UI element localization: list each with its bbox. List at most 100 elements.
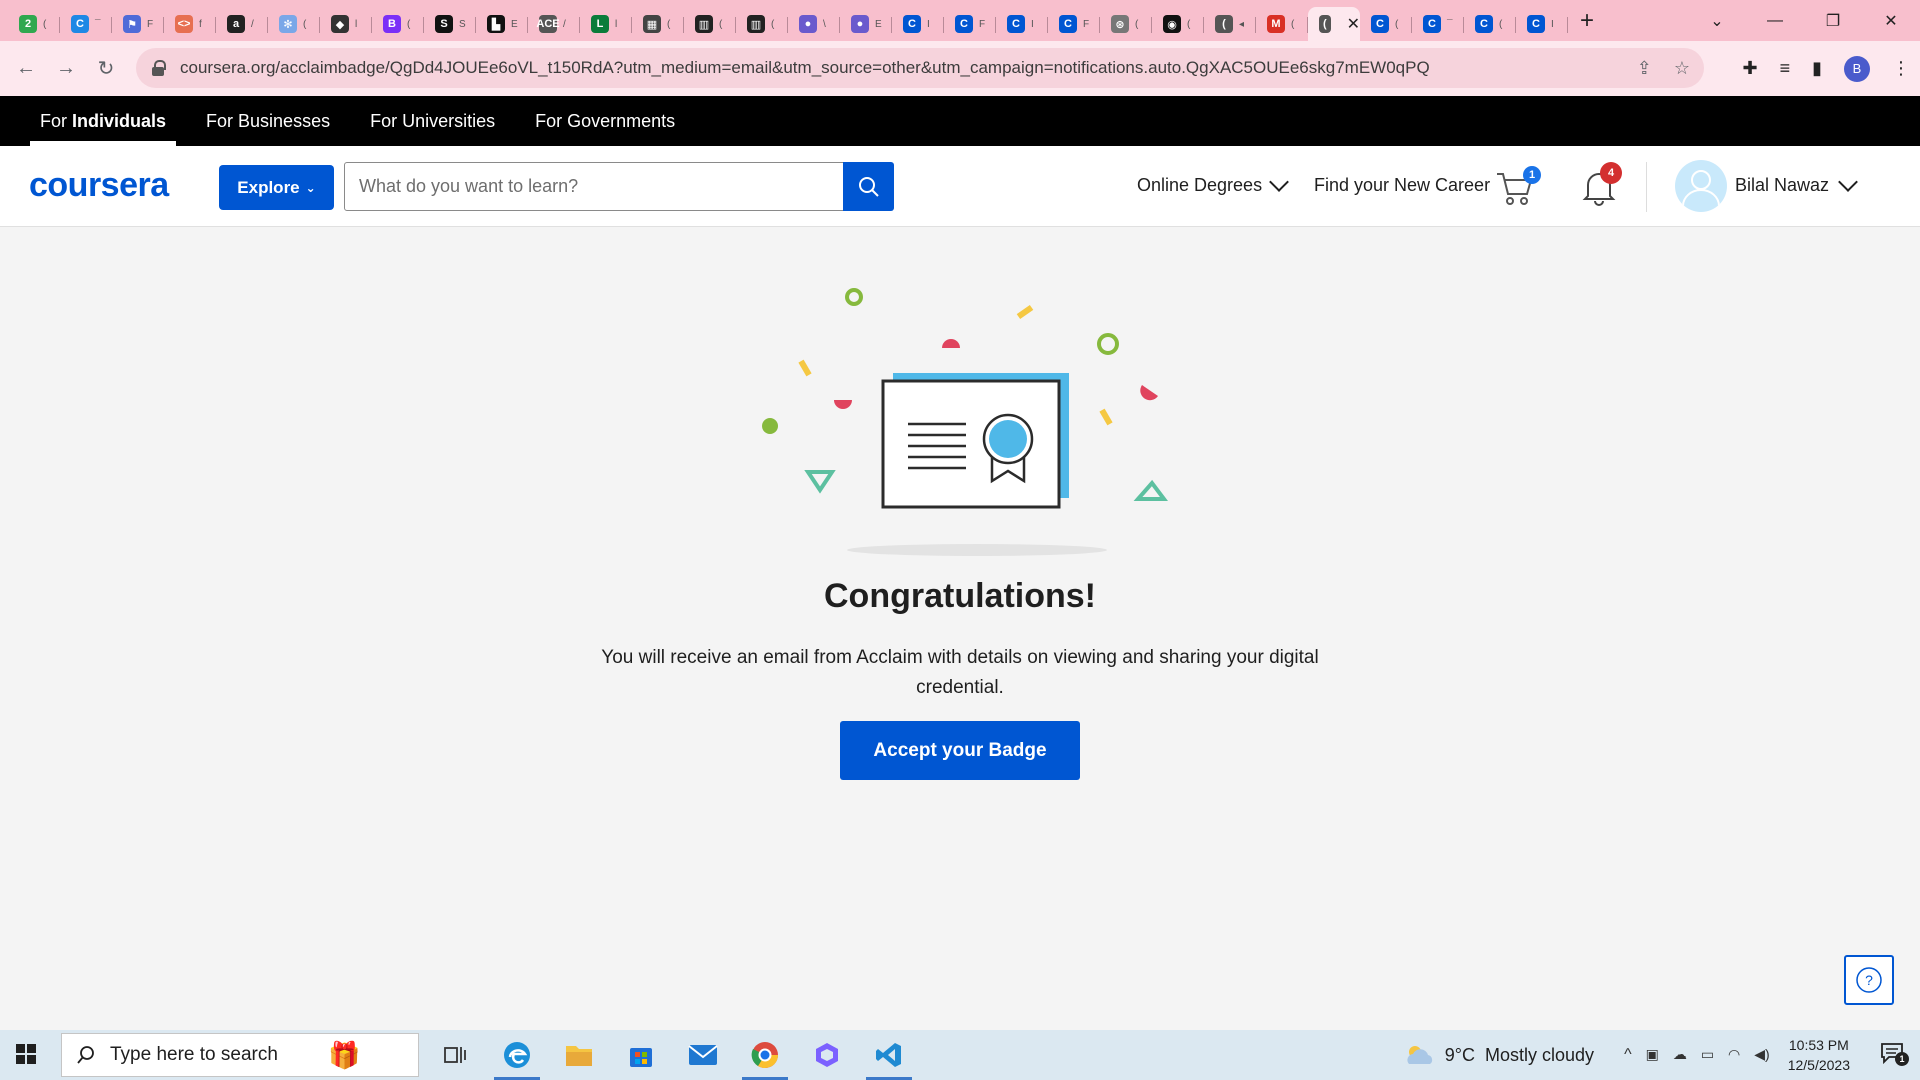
new-tab-button[interactable]: + xyxy=(1580,7,1594,35)
battery-icon[interactable]: ▭ xyxy=(1701,1046,1714,1064)
browser-tab[interactable]: ACE / xyxy=(528,7,580,41)
reload-button[interactable]: ↻ xyxy=(86,56,126,81)
volume-icon[interactable]: ◀) xyxy=(1754,1046,1769,1064)
browser-tab[interactable]: SS xyxy=(424,7,476,41)
browser-tab[interactable]: ◆ l xyxy=(320,7,372,41)
extensions-puzzle-icon[interactable]: ✚ xyxy=(1742,58,1757,79)
browser-tab[interactable]: ⚑ F xyxy=(112,7,164,41)
browser-tab[interactable]: ✻( xyxy=(268,7,320,41)
tab-title-fragment: l xyxy=(615,18,618,30)
svg-text:?: ? xyxy=(1865,972,1873,988)
browser-tab[interactable]: C ¯ xyxy=(1412,7,1464,41)
browser-tab[interactable]: (◂ xyxy=(1204,7,1256,41)
tab-favicon-icon: a xyxy=(227,15,245,33)
windows-start-icon[interactable] xyxy=(14,1042,38,1066)
browser-tab[interactable]: M( xyxy=(1256,7,1308,41)
url-text[interactable]: coursera.org/acclaimbadge/QgDd4JOUEe6oVL… xyxy=(180,58,1560,78)
tab-search-chevron-icon[interactable]: ⌄ xyxy=(1688,11,1746,31)
accept-badge-button[interactable]: Accept your Badge xyxy=(840,721,1080,780)
browser-tab[interactable]: Ll xyxy=(580,7,632,41)
minimize-button[interactable]: — xyxy=(1746,12,1804,30)
browser-tab[interactable]: CI xyxy=(996,7,1048,41)
tab-favicon-icon: ◆ xyxy=(331,15,349,33)
side-panel-icon[interactable]: ▮ xyxy=(1812,58,1822,79)
cart-button[interactable]: 1 xyxy=(1495,166,1541,211)
media-control-icon[interactable]: ≡ xyxy=(1780,58,1791,79)
nav-for-businesses[interactable]: For Businesses xyxy=(196,96,340,146)
browser-tab[interactable]: ⊛( xyxy=(1100,7,1152,41)
nav-for-governments[interactable]: For Governments xyxy=(525,96,685,146)
browser-tab[interactable]: 2( xyxy=(8,7,60,41)
browser-tab[interactable]: C( xyxy=(1360,7,1412,41)
taskbar-vscode[interactable] xyxy=(858,1030,920,1080)
browser-tab[interactable]: CF xyxy=(944,7,996,41)
taskbar-chrome[interactable] xyxy=(734,1030,796,1080)
lock-icon[interactable] xyxy=(152,60,166,76)
user-menu-dropdown[interactable]: Bilal Nawaz xyxy=(1735,171,1858,196)
coursera-logo[interactable]: coursera xyxy=(29,166,169,205)
nav-for-individuals[interactable]: For Individuals xyxy=(30,96,177,146)
window-controls: ⌄ — ❐ ✕ xyxy=(1688,0,1920,41)
meet-now-icon[interactable]: ▣ xyxy=(1646,1046,1659,1064)
action-center-button[interactable]: 1 xyxy=(1880,1041,1909,1070)
taskbar-edge[interactable] xyxy=(486,1030,548,1080)
browser-tab[interactable]: C ¯ xyxy=(60,7,112,41)
address-bar[interactable]: coursera.org/acclaimbadge/QgDd4JOUEe6oVL… xyxy=(136,48,1704,88)
show-hidden-icons-chevron-icon[interactable]: ^ xyxy=(1624,1046,1632,1064)
menu-kebab-icon[interactable]: ⋮ xyxy=(1892,58,1910,79)
taskbar-clock[interactable]: 10:53 PM 12/5/2023 xyxy=(1788,1035,1850,1075)
notifications-button[interactable]: 4 xyxy=(1582,162,1622,211)
weather-widget[interactable]: 9°C Mostly cloudy xyxy=(1403,1042,1594,1068)
browser-tab[interactable]: ▙ E xyxy=(476,7,528,41)
close-window-button[interactable]: ✕ xyxy=(1862,11,1920,31)
browser-tab[interactable]: ● E xyxy=(840,7,892,41)
search-icon xyxy=(77,1046,94,1064)
task-view-icon xyxy=(444,1047,466,1063)
tab-favicon-icon: ▥ xyxy=(695,15,713,33)
store-icon xyxy=(630,1048,652,1067)
tab-title-fragment: E xyxy=(875,18,882,30)
task-view-button[interactable] xyxy=(424,1030,486,1080)
back-button[interactable]: ← xyxy=(6,57,46,80)
taskbar-copilot[interactable] xyxy=(796,1030,858,1080)
browser-tab[interactable]: a / xyxy=(216,7,268,41)
browser-tab[interactable]: CI xyxy=(1516,7,1568,41)
taskbar-mail[interactable] xyxy=(672,1030,734,1080)
tab-title-fragment: / xyxy=(563,18,566,30)
close-tab-icon[interactable]: ✕ xyxy=(1347,14,1360,34)
browser-tab[interactable]: C( xyxy=(1464,7,1516,41)
taskbar-search-box[interactable]: Type here to search 🎁 xyxy=(61,1033,419,1077)
restore-button[interactable]: ❐ xyxy=(1804,11,1862,31)
online-degrees-dropdown[interactable]: Online Degrees xyxy=(1137,171,1289,196)
badge-page-content: Congratulations! You will receive an ema… xyxy=(0,227,1920,1030)
browser-tab[interactable]: CF xyxy=(1048,7,1100,41)
nav-for-universities[interactable]: For Universities xyxy=(360,96,505,146)
help-button[interactable]: ? xyxy=(1844,955,1894,1005)
tab-favicon-icon: 2 xyxy=(19,15,37,33)
onedrive-cloud-icon[interactable]: ☁ xyxy=(1673,1046,1687,1064)
tab-title-fragment: ( xyxy=(43,18,47,30)
browser-tab[interactable]: CI xyxy=(892,7,944,41)
share-icon[interactable]: ⇪ xyxy=(1637,58,1652,79)
browser-tab[interactable]: ▥( xyxy=(736,7,788,41)
search-button[interactable] xyxy=(843,162,894,211)
browser-tab[interactable]: ● \ xyxy=(788,7,840,41)
taskbar-microsoft-store[interactable] xyxy=(610,1030,672,1080)
tab-favicon-icon: ( xyxy=(1319,15,1331,33)
taskbar-file-explorer[interactable] xyxy=(548,1030,610,1080)
search-input[interactable] xyxy=(344,162,844,211)
browser-tab[interactable]: B( xyxy=(372,7,424,41)
wifi-icon[interactable]: ◠ xyxy=(1728,1046,1740,1064)
explore-button[interactable]: Explore ⌄ xyxy=(219,165,334,210)
edge-icon xyxy=(504,1042,530,1068)
user-avatar[interactable] xyxy=(1675,160,1727,212)
browser-tab[interactable]: ◉( xyxy=(1152,7,1204,41)
bookmark-star-icon[interactable]: ☆ xyxy=(1674,58,1690,79)
browser-tab[interactable]: ▦( xyxy=(632,7,684,41)
profile-avatar[interactable]: B xyxy=(1844,55,1870,82)
browser-tab-active[interactable]: (✕ xyxy=(1308,7,1360,41)
forward-button[interactable]: → xyxy=(46,57,86,80)
browser-tab[interactable]: ▥( xyxy=(684,7,736,41)
find-career-link[interactable]: Find your New Career xyxy=(1314,175,1490,196)
browser-tab[interactable]: <> f xyxy=(164,7,216,41)
